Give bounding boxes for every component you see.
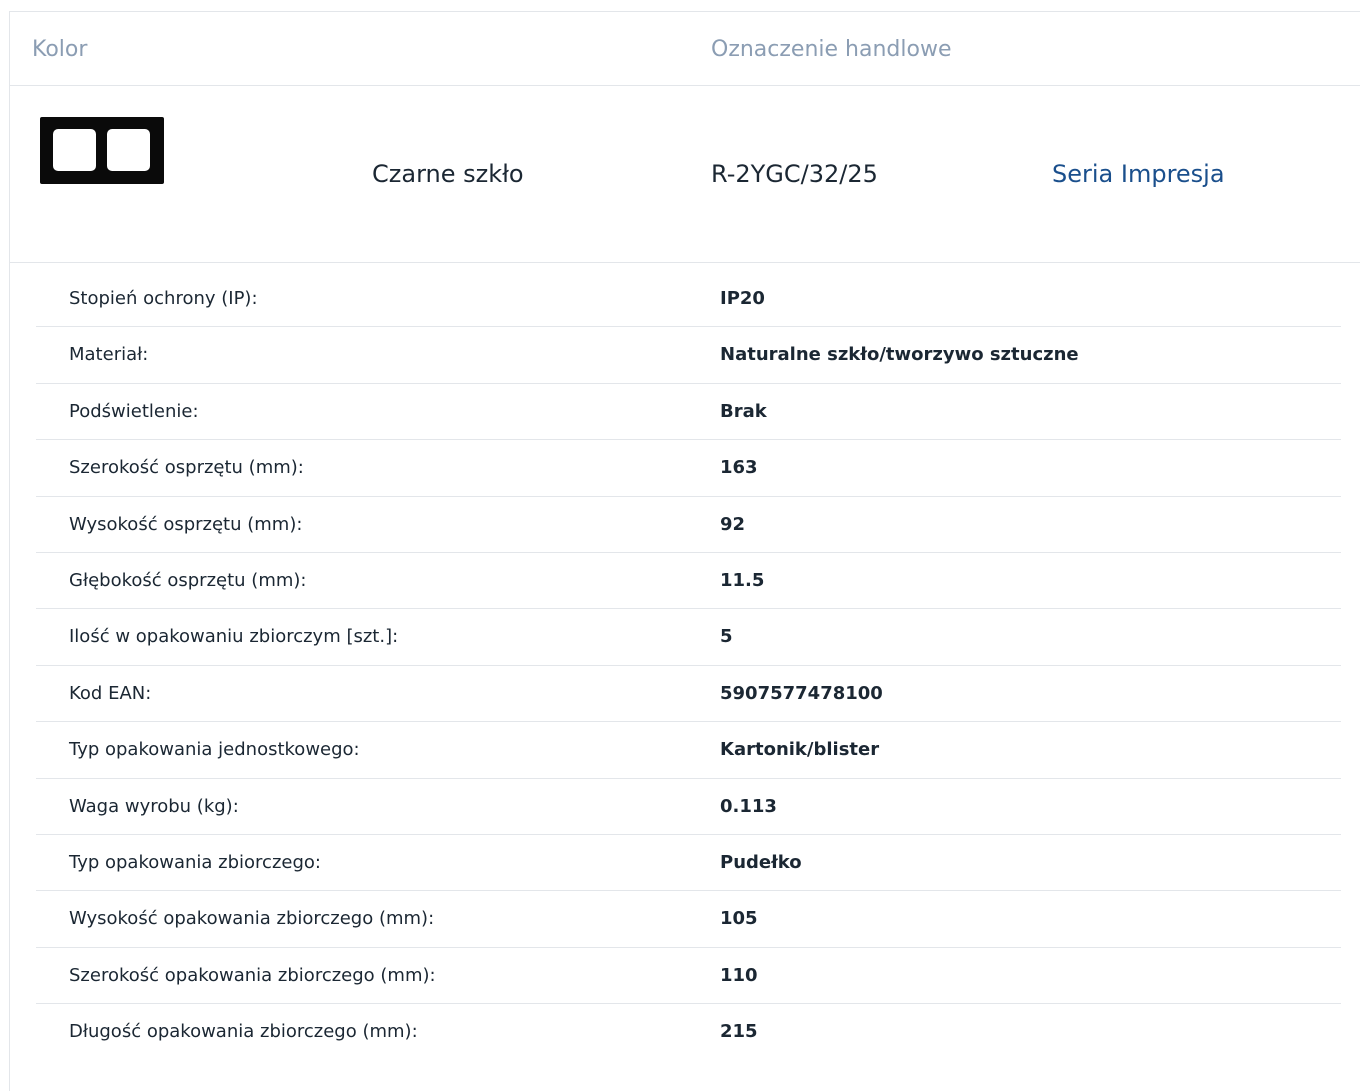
product-code: R-2YGC/32/25 — [711, 160, 878, 188]
spec-label: Materiał: — [69, 344, 149, 366]
spec-row: Długość opakowania zbiorczego (mm): 215 — [36, 1004, 1341, 1059]
spec-value: 0.113 — [720, 795, 777, 817]
spec-row: Typ opakowania zbiorczego: Pudełko — [36, 835, 1341, 892]
spec-value: Kartonik/blister — [720, 739, 880, 761]
specs-table: Stopień ochrony (IP): IP20 Materiał: Nat… — [36, 271, 1341, 1059]
spec-row: Wysokość osprzętu (mm): 92 — [36, 497, 1341, 553]
frame-window-right — [107, 129, 150, 171]
spec-label: Szerokość opakowania zbiorczego (mm): — [69, 964, 436, 986]
spec-label: Głębokość osprzętu (mm): — [69, 569, 307, 591]
spec-row: Materiał: Naturalne szkło/tworzywo sztuc… — [36, 327, 1341, 384]
spec-label: Typ opakowania jednostkowego: — [69, 739, 360, 761]
spec-row: Wysokość opakowania zbiorczego (mm): 105 — [36, 891, 1341, 948]
spec-value: 5907577478100 — [720, 682, 883, 704]
spec-row: Szerokość osprzętu (mm): 163 — [36, 440, 1341, 497]
spec-value: 11.5 — [720, 569, 765, 591]
product-color: Czarne szkło — [372, 160, 524, 188]
spec-label: Podświetlenie: — [69, 400, 199, 422]
spec-label: Kod EAN: — [69, 682, 152, 704]
spec-value: 92 — [720, 513, 746, 535]
spec-label: Wysokość opakowania zbiorczego (mm): — [69, 908, 435, 930]
spec-label: Ilość w opakowaniu zbiorczym [szt.]: — [69, 626, 399, 648]
spec-row: Typ opakowania jednostkowego: Kartonik/b… — [36, 722, 1341, 779]
series-link[interactable]: Seria Impresja — [1052, 160, 1225, 188]
spec-value: 105 — [720, 908, 758, 930]
frame-window-left — [53, 129, 96, 171]
spec-label: Szerokość osprzętu (mm): — [69, 457, 304, 479]
spec-value: 5 — [720, 626, 733, 648]
product-row: Czarne szkło R-2YGC/32/25 Seria Impresja — [10, 86, 1360, 263]
spec-row: Kod EAN: 5907577478100 — [36, 666, 1341, 723]
color-column-header: Kolor — [32, 37, 88, 62]
spec-label: Długość opakowania zbiorczego (mm): — [69, 1021, 418, 1043]
spec-value: 163 — [720, 457, 758, 479]
spec-label: Typ opakowania zbiorczego: — [69, 851, 321, 873]
spec-row: Szerokość opakowania zbiorczego (mm): 11… — [36, 948, 1341, 1005]
spec-value: Brak — [720, 400, 767, 422]
spec-row: Podświetlenie: Brak — [36, 384, 1341, 441]
trade-name-column-header: Oznaczenie handlowe — [711, 37, 952, 62]
spec-value: Naturalne szkło/tworzywo sztuczne — [720, 344, 1079, 366]
spec-value: 215 — [720, 1021, 758, 1043]
spec-row: Stopień ochrony (IP): IP20 — [36, 271, 1341, 328]
table-header: Kolor Oznaczenie handlowe — [10, 12, 1360, 86]
spec-row: Waga wyrobu (kg): 0.113 — [36, 779, 1341, 835]
spec-value: 110 — [720, 964, 758, 986]
spec-value: Pudełko — [720, 851, 802, 873]
spec-label: Wysokość osprzętu (mm): — [69, 513, 303, 535]
spec-row: Ilość w opakowaniu zbiorczym [szt.]: 5 — [36, 609, 1341, 666]
spec-value: IP20 — [720, 288, 765, 309]
spec-row: Głębokość osprzętu (mm): 11.5 — [36, 553, 1341, 610]
double-frame-thumbnail-icon — [40, 117, 164, 184]
spec-label: Stopień ochrony (IP): — [69, 288, 258, 309]
spec-label: Waga wyrobu (kg): — [69, 795, 239, 817]
